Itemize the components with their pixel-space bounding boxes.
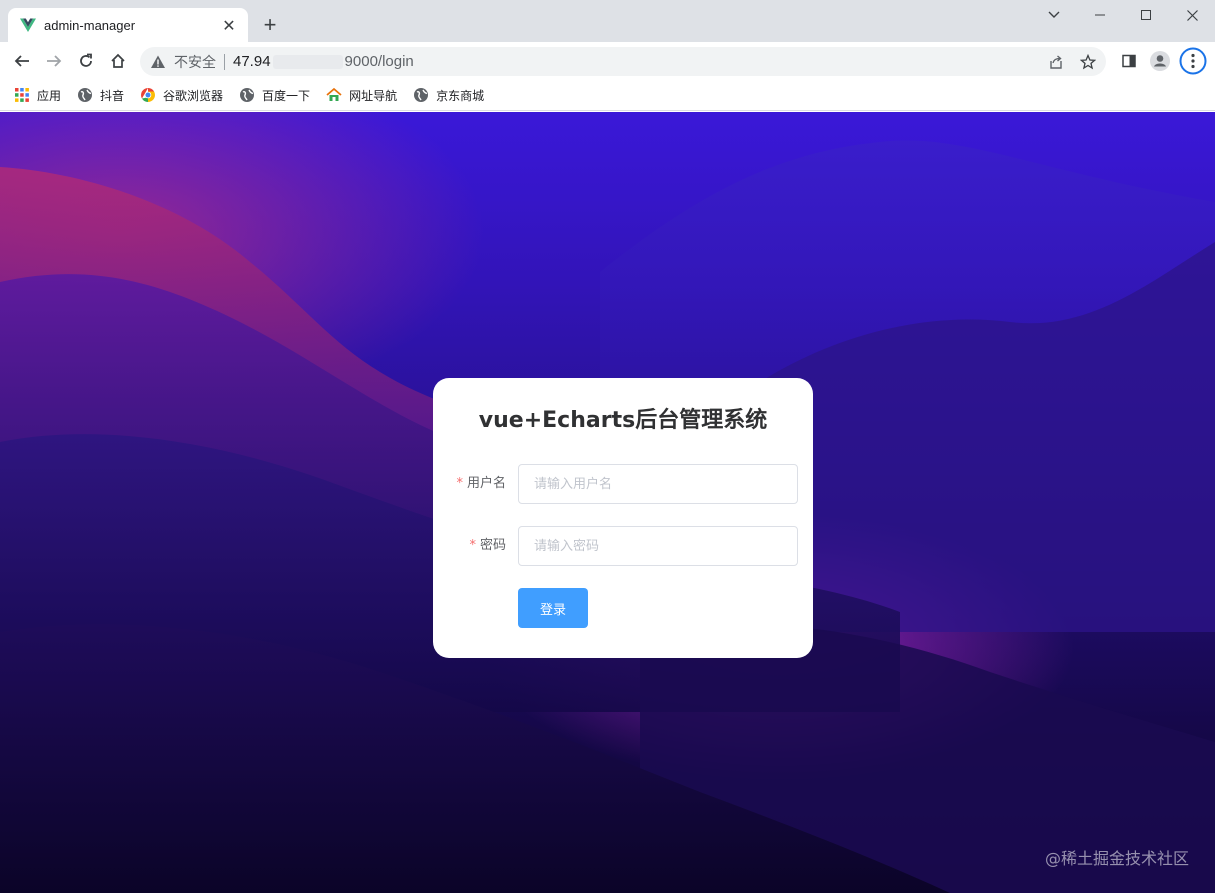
required-mark: * xyxy=(469,538,476,553)
url-redacted xyxy=(272,54,343,69)
bookmark-apps[interactable]: 应用 xyxy=(14,83,61,107)
close-window-button[interactable] xyxy=(1169,0,1215,30)
bookmark-label: 京东商城 xyxy=(436,88,485,103)
url-suffix: 9000/login xyxy=(344,53,414,70)
bookmark-label: 百度一下 xyxy=(262,88,311,103)
username-form-item: * 用户名 xyxy=(433,464,813,504)
browser-toolbar: 不安全 47.94 9000/login xyxy=(0,42,1215,80)
required-mark: * xyxy=(456,476,463,491)
login-card: vue+Echarts后台管理系统 *用户名 *密码 登录 xyxy=(433,378,813,658)
forward-arrow-icon[interactable] xyxy=(40,47,68,75)
password-form-item: * 密码 xyxy=(433,526,813,566)
login-page-background: vue+Echarts后台管理系统 *用户名 *密码 登录 @稀土掘金技术社区 xyxy=(0,112,1215,893)
tab-strip: admin-manager ✕ + xyxy=(0,0,1215,42)
tab-title: admin-manager xyxy=(44,17,136,33)
home-nav-icon xyxy=(326,87,342,103)
bookmark-baidu[interactable]: 百度一下 xyxy=(239,83,310,107)
side-panel-icon[interactable] xyxy=(1115,47,1143,75)
share-icon[interactable] xyxy=(1044,50,1068,74)
username-label-text: 用户名 xyxy=(466,476,506,491)
vue-logo-icon xyxy=(20,17,36,33)
globe-icon xyxy=(77,87,93,103)
bookmark-label: 应用 xyxy=(37,88,62,103)
username-label: * 用户名 xyxy=(456,464,506,504)
bookmarks-bar: 应用 抖音 谷歌浏览器 百度一下 网址导航 京东商城 xyxy=(0,80,1215,111)
url-prefix: 47.94 xyxy=(233,53,271,70)
password-input[interactable] xyxy=(518,526,798,566)
maximize-button[interactable] xyxy=(1123,0,1169,30)
bookmark-nav[interactable]: 网址导航 xyxy=(326,83,397,107)
bookmark-label: 抖音 xyxy=(100,88,125,103)
new-tab-button[interactable]: + xyxy=(258,12,282,37)
menu-kebab-icon[interactable] xyxy=(1179,47,1207,75)
bookmark-star-icon[interactable] xyxy=(1076,50,1100,74)
apps-grid-icon xyxy=(14,87,30,103)
password-label: * 密码 xyxy=(469,526,506,566)
bookmark-chrome[interactable]: 谷歌浏览器 xyxy=(140,83,223,107)
back-arrow-icon[interactable] xyxy=(8,47,36,75)
home-icon[interactable] xyxy=(104,47,132,75)
minimize-button[interactable] xyxy=(1077,0,1123,30)
chrome-icon xyxy=(140,87,156,103)
url-text[interactable]: 47.94 9000/login xyxy=(233,53,414,70)
username-input[interactable] xyxy=(518,464,798,504)
bookmark-label: 谷歌浏览器 xyxy=(163,88,224,103)
globe-icon xyxy=(239,87,255,103)
login-button[interactable]: 登录 xyxy=(518,588,588,628)
bookmark-label: 网址导航 xyxy=(349,88,398,103)
security-label[interactable]: 不安全 xyxy=(174,52,216,72)
browser-tab[interactable]: admin-manager ✕ xyxy=(8,8,248,42)
profile-avatar-icon[interactable] xyxy=(1146,47,1174,75)
password-label-text: 密码 xyxy=(479,538,506,553)
tab-close-icon[interactable]: ✕ xyxy=(220,16,238,35)
bookmark-jd[interactable]: 京东商城 xyxy=(413,83,484,107)
address-separator xyxy=(224,53,225,70)
bookmark-douyin[interactable]: 抖音 xyxy=(77,83,124,107)
warning-icon[interactable] xyxy=(150,54,166,70)
reload-icon[interactable] xyxy=(72,47,100,75)
address-bar[interactable]: 不安全 47.94 9000/login xyxy=(140,47,1106,76)
login-title: vue+Echarts后台管理系统 xyxy=(478,408,768,433)
tab-search-icon[interactable] xyxy=(1031,0,1077,30)
globe-icon xyxy=(413,87,429,103)
watermark: @稀土掘金技术社区 xyxy=(1044,849,1189,868)
